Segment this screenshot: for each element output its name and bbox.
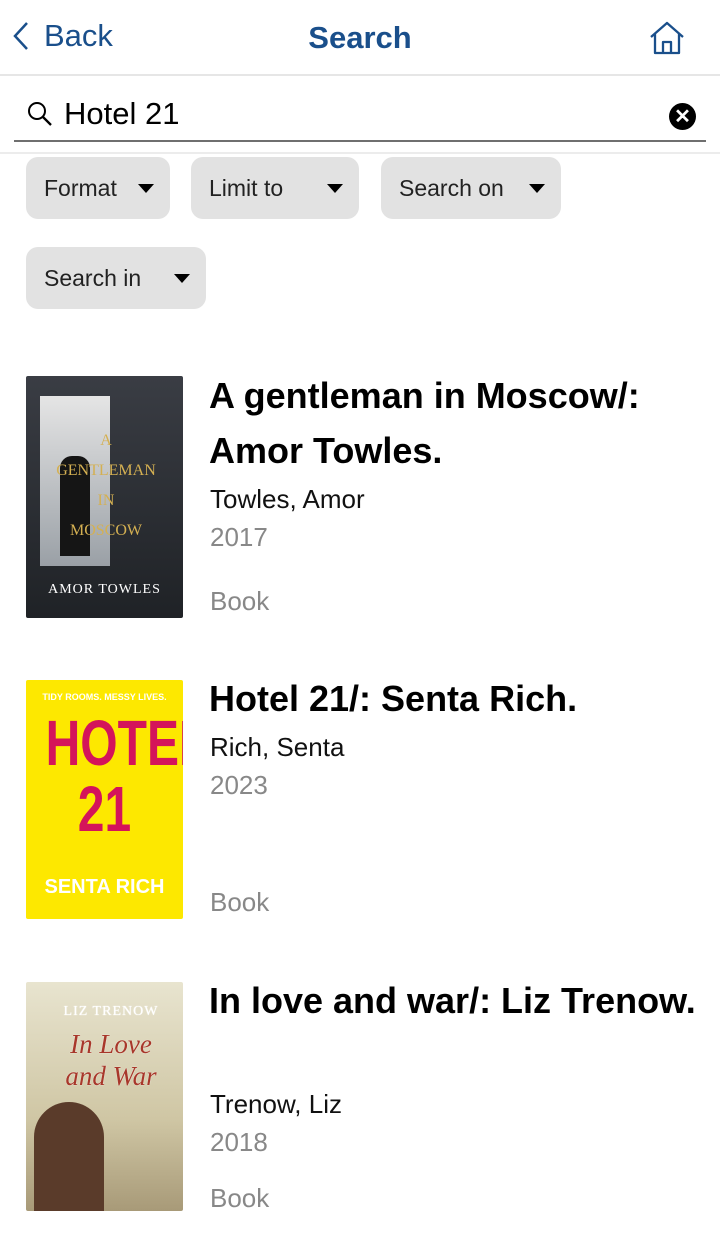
limit-to-filter[interactable]: Limit to: [191, 157, 359, 219]
filter-label: Format: [44, 174, 117, 201]
home-icon: [650, 21, 684, 55]
caret-down-icon: [174, 274, 190, 283]
caret-down-icon: [529, 184, 545, 193]
filter-label: Search on: [399, 174, 504, 201]
result-format: Book: [210, 586, 270, 616]
search-in-filter[interactable]: Search in: [26, 247, 206, 309]
book-cover-image: LIZ TRENOW In Love and War: [26, 982, 183, 1211]
nav-bar: Back Search: [0, 0, 720, 76]
search-icon: [28, 102, 52, 126]
clear-search-button[interactable]: ✕: [669, 103, 696, 130]
caret-down-icon: [327, 184, 343, 193]
filter-label: Search in: [44, 264, 142, 291]
search-input[interactable]: [64, 96, 654, 132]
result-year: 2017: [210, 522, 268, 552]
divider: [0, 152, 720, 154]
caret-down-icon: [138, 184, 154, 193]
result-format: Book: [210, 887, 270, 917]
filter-label: Limit to: [209, 174, 284, 201]
result-year: 2023: [210, 770, 268, 800]
result-title[interactable]: In love and war/: Liz Trenow.: [209, 973, 699, 1028]
result-format: Book: [210, 1183, 270, 1213]
page-title: Search: [308, 20, 412, 55]
result-author: Towles, Amor: [210, 484, 365, 514]
format-filter[interactable]: Format: [26, 157, 170, 219]
home-button[interactable]: [648, 20, 686, 61]
close-icon: ✕: [674, 106, 691, 128]
cover-text: LIZ TRENOW In Love and War: [63, 1004, 159, 1091]
result-author: Trenow, Liz: [210, 1089, 342, 1119]
search-field: ✕: [14, 88, 706, 142]
result-title[interactable]: Hotel 21/: Senta Rich.: [209, 671, 699, 726]
book-cover-image: A GENTLEMAN IN MOSCOW AMOR TOWLES: [26, 376, 183, 618]
result-year: 2018: [210, 1127, 268, 1157]
search-on-filter[interactable]: Search on: [381, 157, 561, 219]
result-title[interactable]: A gentleman in Moscow/: Amor Towles.: [209, 368, 699, 478]
book-cover-image: TIDY ROOMS. MESSY LIVES. HOTEL21 SENTA R…: [26, 680, 183, 919]
result-author: Rich, Senta: [210, 732, 345, 762]
